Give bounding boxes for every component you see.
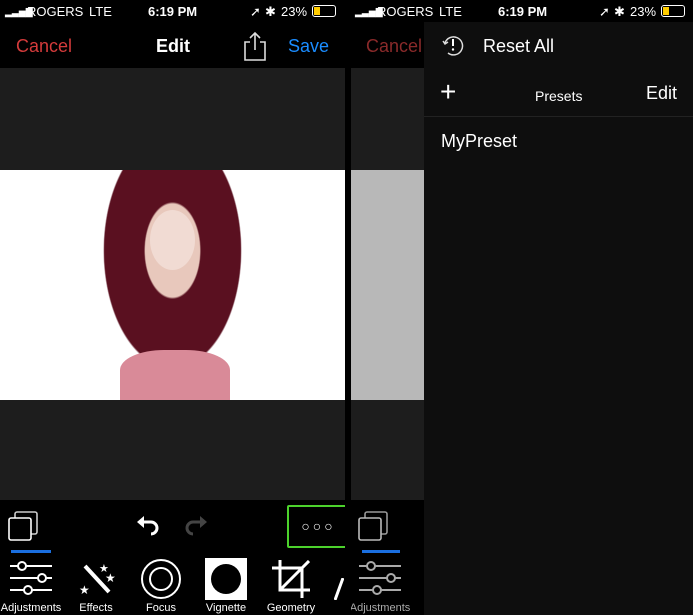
location-icon: ➚ (250, 4, 261, 19)
status-bar: ▂▃▅▇ ROGERS LTE 6:19 PM ➚ ✱ 23% (0, 4, 345, 20)
reset-icon (442, 34, 464, 56)
more-button[interactable]: ○○○ (287, 505, 350, 548)
preset-label: MyPreset (441, 131, 518, 151)
active-tab-indicator (362, 550, 400, 553)
left-screen: ▂▃▅▇ ROGERS LTE 6:19 PM ➚ ✱ 23% Cancel E… (0, 0, 350, 615)
presets-menu: Reset All + Presets Edit MyPreset (424, 22, 693, 615)
tool-label: Vignette (205, 602, 247, 614)
focus-icon (140, 558, 182, 600)
magic-wand-icon: ★ ★ ★ (77, 558, 117, 596)
svg-text:★: ★ (105, 571, 116, 585)
active-tab-indicator (11, 550, 51, 553)
photo-canvas[interactable] (0, 68, 345, 500)
tool-label: Effects (79, 602, 113, 614)
carrier: ROGERS (27, 4, 84, 19)
network: LTE (439, 4, 462, 19)
bluetooth-icon: ✱ (614, 4, 625, 19)
clock: 6:19 PM (498, 4, 548, 19)
next-tool-icon[interactable] (334, 578, 344, 600)
bluetooth-icon: ✱ (265, 4, 276, 19)
clock: 6:19 PM (148, 4, 198, 19)
tool-vignette[interactable]: Vignette (191, 558, 261, 615)
battery-icon (661, 5, 685, 17)
svg-text:★: ★ (79, 583, 90, 596)
add-preset-icon[interactable]: + (440, 78, 456, 106)
vignette-icon (205, 558, 247, 600)
presets-title: Presets (535, 88, 583, 104)
status-bar: ▂▃▅▇ ROGERS LTE 6:19 PM ➚ ✱ 23% (351, 4, 693, 20)
reset-all-label: Reset All (483, 36, 555, 56)
cancel-button[interactable]: Cancel (16, 36, 72, 57)
tool-effects[interactable]: ★ ★ ★ Effects (61, 558, 131, 615)
sliders-icon (10, 560, 52, 596)
right-screen: ▂▃▅▇ ROGERS LTE 6:19 PM ➚ ✱ 23% Cancel A… (351, 0, 693, 615)
sliders-icon (359, 560, 401, 596)
preset-item[interactable]: MyPreset (424, 118, 693, 162)
tool-label: Geometry (266, 602, 316, 614)
tool-label: Adjustments (351, 602, 411, 614)
crop-icon (272, 560, 310, 598)
cancel-button[interactable]: Cancel (366, 36, 422, 57)
tool-geometry[interactable]: Geometry (256, 558, 326, 615)
save-button[interactable]: Save (288, 36, 329, 57)
tool-adjustments[interactable]: Adjustments (351, 558, 415, 615)
page-title: Edit (156, 36, 190, 56)
battery-percent: 23% (630, 4, 657, 19)
location-icon: ➚ (599, 4, 610, 19)
share-icon[interactable] (243, 31, 267, 61)
copy-icon[interactable] (356, 510, 390, 544)
battery-percent: 23% (281, 4, 308, 19)
tool-label: Focus (146, 602, 176, 614)
photo (0, 170, 345, 400)
edit-presets-button[interactable]: Edit (646, 83, 677, 104)
carrier: ROGERS (377, 4, 434, 19)
reset-all-button[interactable]: Reset All (424, 22, 693, 68)
tool-adjustments[interactable]: Adjustments (0, 558, 66, 615)
battery-icon (312, 5, 336, 17)
copy-icon[interactable] (6, 510, 40, 544)
tool-focus[interactable]: Focus (126, 558, 196, 615)
undo-icon[interactable] (136, 514, 160, 536)
tool-label: Adjustments (0, 602, 62, 614)
redo-icon[interactable] (184, 514, 208, 536)
presets-header: + Presets Edit (424, 68, 693, 117)
more-icon: ○○○ (301, 518, 336, 534)
network: LTE (89, 4, 112, 19)
